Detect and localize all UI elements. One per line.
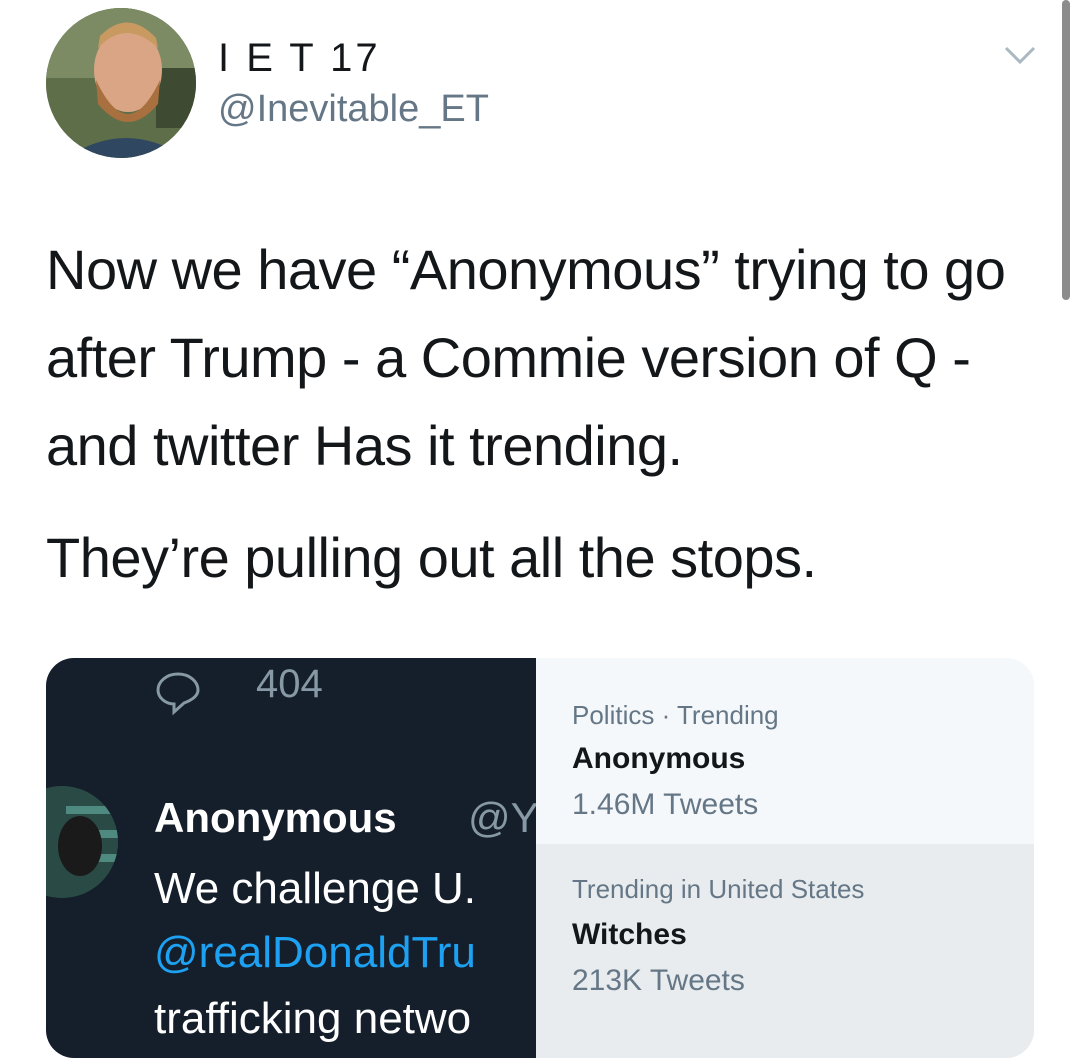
anonymous-name: Anonymous bbox=[154, 794, 397, 841]
author-handle[interactable]: @Inevitable_ET bbox=[218, 88, 489, 131]
author-avatar[interactable] bbox=[46, 8, 196, 158]
anonymous-tweet-text: We challenge U. bbox=[154, 864, 477, 913]
embedded-image[interactable]: 404 Anonymous @Y We challenge U. @realDo… bbox=[46, 658, 1034, 1058]
chevron-down-icon[interactable] bbox=[1000, 40, 1040, 70]
trend-item: Politics · Trending Anonymous 1.46M Twee… bbox=[536, 658, 1034, 844]
trend-count: 1.46M Tweets bbox=[572, 788, 759, 821]
trend-name: Anonymous bbox=[572, 742, 746, 775]
trend-count: 213K Tweets bbox=[572, 964, 745, 997]
profile-photo bbox=[46, 8, 196, 158]
tweet-paragraph-1: Now we have “Anonymous” trying to go aft… bbox=[46, 238, 1006, 477]
tweet-paragraph-2: They’re pulling out all the stops. bbox=[46, 526, 817, 589]
trend-item: Trending in United States Witches 213K T… bbox=[536, 844, 1034, 1058]
anonymous-mention: @realDonaldTru bbox=[154, 928, 476, 977]
trend-category: Trending in United States bbox=[572, 874, 865, 904]
tweet-text: Now we have “Anonymous” trying to go aft… bbox=[46, 226, 1046, 602]
trend-name: Witches bbox=[572, 918, 687, 951]
trend-category: Politics · Trending bbox=[572, 700, 779, 730]
anonymous-tweet-text-2: trafficking netwo bbox=[154, 994, 472, 1043]
scrollbar[interactable] bbox=[1062, 0, 1070, 300]
author-display-name[interactable]: I E T 17 bbox=[218, 36, 381, 81]
reply-bubble-icon bbox=[154, 668, 202, 716]
anonymous-avatar bbox=[46, 786, 118, 898]
reply-count: 404 bbox=[256, 662, 323, 706]
dark-tweet-screenshot: 404 Anonymous @Y We challenge U. @realDo… bbox=[46, 658, 539, 1058]
anonymous-handle: @Y bbox=[468, 794, 539, 841]
trends-screenshot: Politics · Trending Anonymous 1.46M Twee… bbox=[536, 658, 1034, 1058]
